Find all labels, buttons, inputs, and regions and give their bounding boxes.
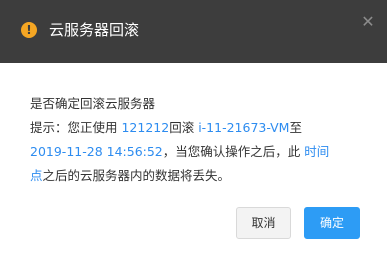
confirm-button[interactable]: 确定 bbox=[304, 207, 360, 239]
rollback-hint-line3: 点之后的云服务器内的数据将丢失。 bbox=[30, 164, 370, 188]
after-time-text: ，当您确认操作之后，此 bbox=[162, 144, 305, 159]
time-point-part2: 点 bbox=[30, 168, 43, 183]
rollback-dialog: ! 云服务器回滚 ✕ 是否确定回滚云服务器 提示：您正使用 121212回滚 i… bbox=[0, 0, 387, 267]
confirm-question: 是否确定回滚云服务器 bbox=[30, 96, 156, 111]
rollback-hint-line2: 2019-11-28 14:56:52，当您确认操作之后，此 时间 bbox=[30, 140, 370, 164]
dialog-header: ! 云服务器回滚 ✕ bbox=[0, 0, 387, 63]
instance-id: i-11-21673-VM bbox=[198, 120, 290, 135]
dialog-message: 是否确定回滚云服务器 提示：您正使用 121212回滚 i-11-21673-V… bbox=[30, 92, 370, 188]
rollback-word: 回滚 bbox=[169, 120, 199, 135]
warning-circle-icon: ! bbox=[21, 22, 37, 38]
time-point-part1: 时间 bbox=[304, 144, 330, 159]
cancel-button[interactable]: 取消 bbox=[236, 207, 291, 239]
data-loss-warning: 之后的云服务器内的数据将丢失。 bbox=[42, 168, 231, 183]
close-icon[interactable]: ✕ bbox=[360, 14, 376, 30]
to-word: 至 bbox=[289, 120, 302, 135]
snapshot-time: 2019-11-28 14:56:52 bbox=[30, 144, 163, 159]
rollback-hint-line1: 提示：您正使用 121212回滚 i-11-21673-VM至 bbox=[30, 116, 370, 140]
snapshot-name: 121212 bbox=[121, 120, 170, 135]
dialog-title: 云服务器回滚 bbox=[49, 21, 140, 39]
hint-prefix: 提示：您正使用 bbox=[30, 120, 122, 135]
